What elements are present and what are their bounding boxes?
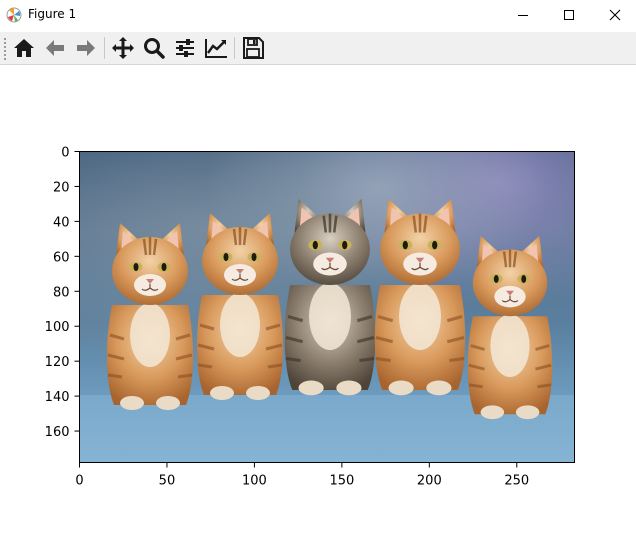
y-tick-label: 20 [53, 180, 70, 195]
x-tick-label: 50 [159, 474, 176, 489]
move-icon [112, 37, 134, 59]
arrow-right-icon [77, 40, 95, 56]
maximize-icon [564, 10, 574, 20]
y-tick-label: 120 [45, 355, 70, 370]
toolbar-separator [234, 37, 235, 59]
matplotlib-logo-icon [6, 7, 22, 23]
window-title: Figure 1 [28, 7, 77, 21]
x-tick-label: 250 [504, 474, 529, 489]
y-tick-label: 0 [61, 146, 69, 161]
x-tick-label: 150 [329, 474, 354, 489]
close-icon [609, 9, 621, 21]
zoom-button[interactable] [140, 35, 168, 61]
x-tick-label: 0 [75, 474, 83, 489]
save-button[interactable] [239, 35, 267, 61]
y-tick-label: 80 [53, 285, 70, 300]
maximize-button[interactable] [546, 0, 592, 31]
close-button[interactable] [592, 0, 636, 31]
floppy-disk-icon [243, 37, 264, 59]
kitten [284, 198, 376, 396]
configure-subplots-button[interactable] [171, 35, 199, 61]
line-chart-icon [205, 39, 227, 58]
y-tick-label: 60 [53, 250, 70, 265]
image-axes[interactable]: 0 20 40 60 80 100 120 140 160 0 50 100 150 200 250 [0, 65, 636, 540]
kitten [196, 213, 284, 400]
arrow-left-icon [46, 40, 64, 56]
x-tick-label: 100 [242, 474, 267, 489]
sliders-icon [176, 39, 194, 57]
title-bar: Figure 1 [0, 0, 636, 31]
y-tick-label: 140 [45, 390, 70, 405]
figure-canvas[interactable]: 0 20 40 60 80 100 120 140 160 0 50 100 150 200 250 [0, 65, 636, 540]
minimize-icon [518, 15, 528, 16]
magnifier-icon [144, 38, 165, 59]
toolbar-grip[interactable] [4, 38, 6, 60]
back-button[interactable] [41, 35, 69, 61]
y-tick-label: 40 [53, 215, 70, 230]
edit-axis-button[interactable] [202, 35, 230, 61]
minimize-button[interactable] [500, 0, 546, 31]
toolbar-separator [104, 37, 105, 59]
y-tick-label: 100 [45, 320, 70, 335]
home-button[interactable] [10, 35, 38, 61]
kitten [106, 223, 194, 410]
y-tick-label: 160 [45, 425, 70, 440]
kittens-image [79, 151, 575, 463]
forward-button[interactable] [72, 35, 100, 61]
kitten [467, 235, 553, 420]
kitten [374, 198, 466, 396]
x-tick-label: 200 [417, 474, 442, 489]
pan-button[interactable] [109, 35, 137, 61]
navigation-toolbar [0, 32, 636, 65]
home-icon [14, 39, 34, 57]
